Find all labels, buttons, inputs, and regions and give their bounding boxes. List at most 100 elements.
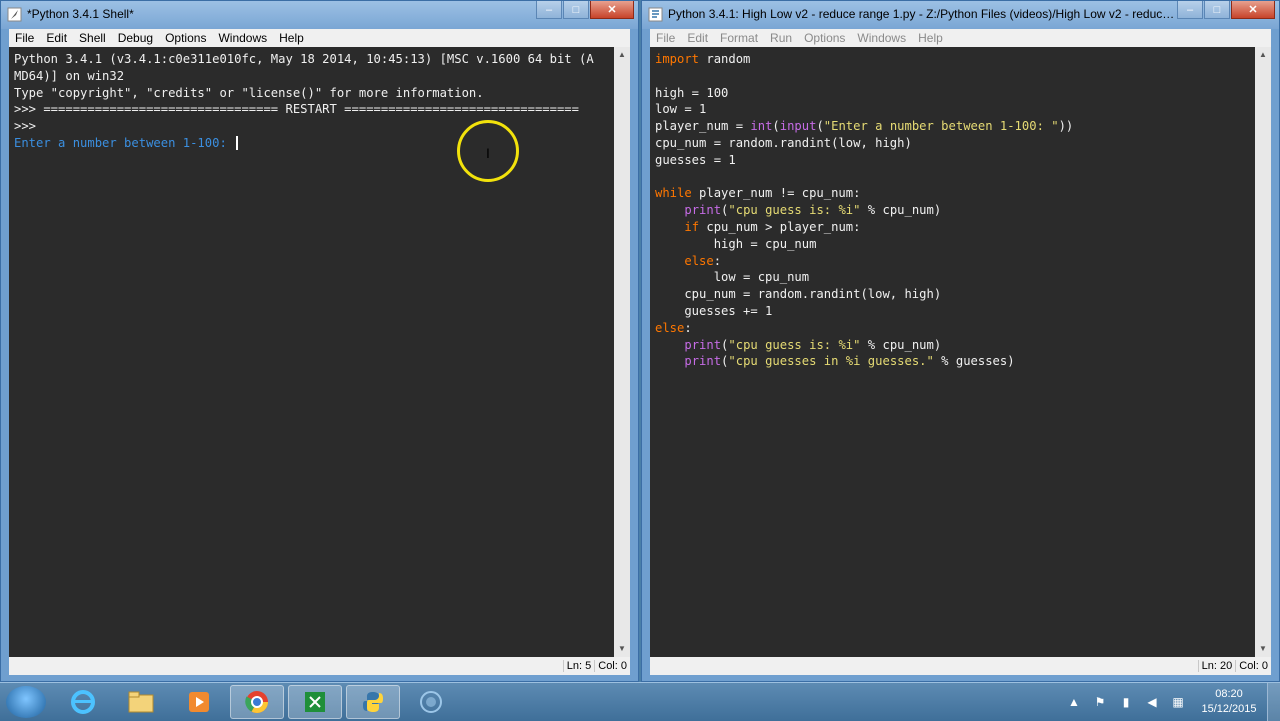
editor-window[interactable]: Python 3.4.1: High Low v2 - reduce range… bbox=[641, 0, 1280, 682]
minimize-button[interactable]: – bbox=[1177, 1, 1203, 19]
menu-options[interactable]: Options bbox=[798, 31, 851, 45]
editor-statusbar: Ln: 20 Col: 0 bbox=[650, 657, 1271, 675]
code-token: ( bbox=[816, 119, 824, 134]
shell-output-line: >>> ================================ RES… bbox=[14, 102, 579, 117]
menu-options[interactable]: Options bbox=[159, 31, 212, 45]
volume-icon[interactable]: ◀ bbox=[1143, 693, 1161, 711]
clock[interactable]: 08:20 15/12/2015 bbox=[1191, 687, 1267, 717]
code-line: guesses = 1 bbox=[655, 152, 1255, 169]
input-language-icon[interactable]: ▦ bbox=[1169, 693, 1187, 711]
code-token: while bbox=[655, 186, 692, 201]
code-token: print bbox=[684, 203, 722, 218]
code-token: cpu_num = random.randint(low, high) bbox=[655, 135, 912, 150]
code-editor-area[interactable]: import random high = 100 low = 1 player_num… bbox=[650, 47, 1255, 657]
code-line: low = 1 bbox=[655, 101, 1255, 118]
code-token: int bbox=[750, 119, 773, 134]
scroll-up-arrow-icon[interactable]: ▲ bbox=[614, 47, 630, 63]
column-number: Col: 0 bbox=[1235, 660, 1271, 672]
maximize-button[interactable]: □ bbox=[1204, 1, 1230, 19]
code-token: print bbox=[684, 354, 722, 369]
menu-help[interactable]: Help bbox=[912, 31, 949, 45]
shell-window[interactable]: *Python 3.4.1 Shell* – □ ✕ File Edit She… bbox=[0, 0, 639, 682]
shell-statusbar: Ln: 5 Col: 0 bbox=[9, 657, 630, 675]
code-line: if cpu_num > player_num: bbox=[655, 219, 1255, 236]
start-button[interactable] bbox=[6, 686, 46, 718]
maximize-button[interactable]: □ bbox=[563, 1, 589, 19]
code-token: cpu_num > player_num: bbox=[699, 219, 861, 234]
code-token: guesses = 1 bbox=[655, 152, 736, 167]
action-center-flag-icon[interactable]: ⚑ bbox=[1091, 693, 1109, 711]
code-token: "cpu guess is: %i" bbox=[728, 203, 861, 218]
menu-edit[interactable]: Edit bbox=[40, 31, 73, 45]
code-line: print("cpu guess is: %i" % cpu_num) bbox=[655, 337, 1255, 354]
code-token: guesses += 1 bbox=[655, 303, 773, 318]
editor-title: Python 3.4.1: High Low v2 - reduce range… bbox=[668, 7, 1178, 21]
code-token: player_num != cpu_num: bbox=[691, 186, 861, 201]
editor-titlebar[interactable]: Python 3.4.1: High Low v2 - reduce range… bbox=[642, 1, 1279, 29]
code-token: input bbox=[779, 119, 817, 134]
code-token: player_num = bbox=[655, 119, 751, 134]
editor-scrollbar[interactable]: ▲ ▼ bbox=[1255, 47, 1271, 657]
folder-icon[interactable] bbox=[114, 685, 168, 719]
chrome-icon[interactable] bbox=[230, 685, 284, 719]
internet-explorer-icon[interactable] bbox=[56, 685, 110, 719]
menu-shell[interactable]: Shell bbox=[73, 31, 112, 45]
show-desktop-button[interactable] bbox=[1267, 683, 1280, 721]
menu-format[interactable]: Format bbox=[714, 31, 764, 45]
code-line: else: bbox=[655, 253, 1255, 270]
spreadsheet-icon[interactable] bbox=[288, 685, 342, 719]
scroll-up-arrow-icon[interactable]: ▲ bbox=[1255, 47, 1271, 63]
shell-titlebar[interactable]: *Python 3.4.1 Shell* – □ ✕ bbox=[1, 1, 638, 29]
shell-output-line: Enter a number between 1-100: bbox=[14, 135, 614, 152]
show-hidden-icons-icon[interactable]: ▲ bbox=[1065, 693, 1083, 711]
line-number: Ln: 5 bbox=[562, 660, 594, 672]
shell-text-area[interactable]: Python 3.4.1 (v3.4.1:c0e311e010fc, May 1… bbox=[9, 47, 614, 657]
scroll-down-arrow-icon[interactable]: ▼ bbox=[1255, 641, 1271, 657]
editor-menubar: File Edit Format Run Options Windows Hel… bbox=[650, 29, 1271, 47]
network-icon[interactable]: ▮ bbox=[1117, 693, 1135, 711]
menu-run[interactable]: Run bbox=[764, 31, 798, 45]
code-line: cpu_num = random.randint(low, high) bbox=[655, 135, 1255, 152]
code-token: % cpu_num) bbox=[860, 203, 942, 218]
close-button[interactable]: ✕ bbox=[1231, 1, 1275, 19]
menu-edit[interactable]: Edit bbox=[681, 31, 714, 45]
media-player-icon[interactable] bbox=[172, 685, 226, 719]
code-line: while player_num != cpu_num: bbox=[655, 185, 1255, 202]
scroll-down-arrow-icon[interactable]: ▼ bbox=[614, 641, 630, 657]
code-line: print("cpu guesses in %i guesses." % gue… bbox=[655, 353, 1255, 370]
system-tray: ▲ ⚑ ▮ ◀ ▦ 08:20 15/12/2015 bbox=[1061, 683, 1280, 721]
shell-output-line: >>> bbox=[14, 119, 44, 134]
minimize-button[interactable]: – bbox=[536, 1, 562, 19]
menu-file[interactable]: File bbox=[650, 31, 681, 45]
text-caret bbox=[236, 136, 239, 151]
shell-scrollbar[interactable]: ▲ ▼ bbox=[614, 47, 630, 657]
code-line: print("cpu guess is: %i" % cpu_num) bbox=[655, 202, 1255, 219]
menu-file[interactable]: File bbox=[9, 31, 40, 45]
code-line: high = 100 bbox=[655, 85, 1255, 102]
shell-output-line: MD64)] on win32 bbox=[14, 68, 125, 83]
close-button[interactable]: ✕ bbox=[590, 1, 634, 19]
code-token: high = 100 bbox=[655, 85, 729, 100]
recorder-icon[interactable] bbox=[404, 685, 458, 719]
python-file-icon bbox=[648, 7, 663, 22]
menu-windows[interactable]: Windows bbox=[212, 31, 273, 45]
python-idle-icon[interactable] bbox=[346, 685, 400, 719]
code-token: )) bbox=[1058, 119, 1074, 134]
column-number: Col: 0 bbox=[594, 660, 630, 672]
code-token: print bbox=[684, 337, 722, 352]
menu-debug[interactable]: Debug bbox=[112, 31, 159, 45]
menu-help[interactable]: Help bbox=[273, 31, 310, 45]
code-line: player_num = int(input("Enter a number b… bbox=[655, 118, 1255, 135]
idle-feather-icon bbox=[7, 7, 22, 22]
code-token: high = cpu_num bbox=[655, 236, 817, 251]
code-token: "cpu guesses in %i guesses." bbox=[728, 354, 934, 369]
code-line: else: bbox=[655, 320, 1255, 337]
code-token: low = 1 bbox=[655, 102, 707, 117]
code-line: guesses += 1 bbox=[655, 303, 1255, 320]
menu-windows[interactable]: Windows bbox=[851, 31, 912, 45]
